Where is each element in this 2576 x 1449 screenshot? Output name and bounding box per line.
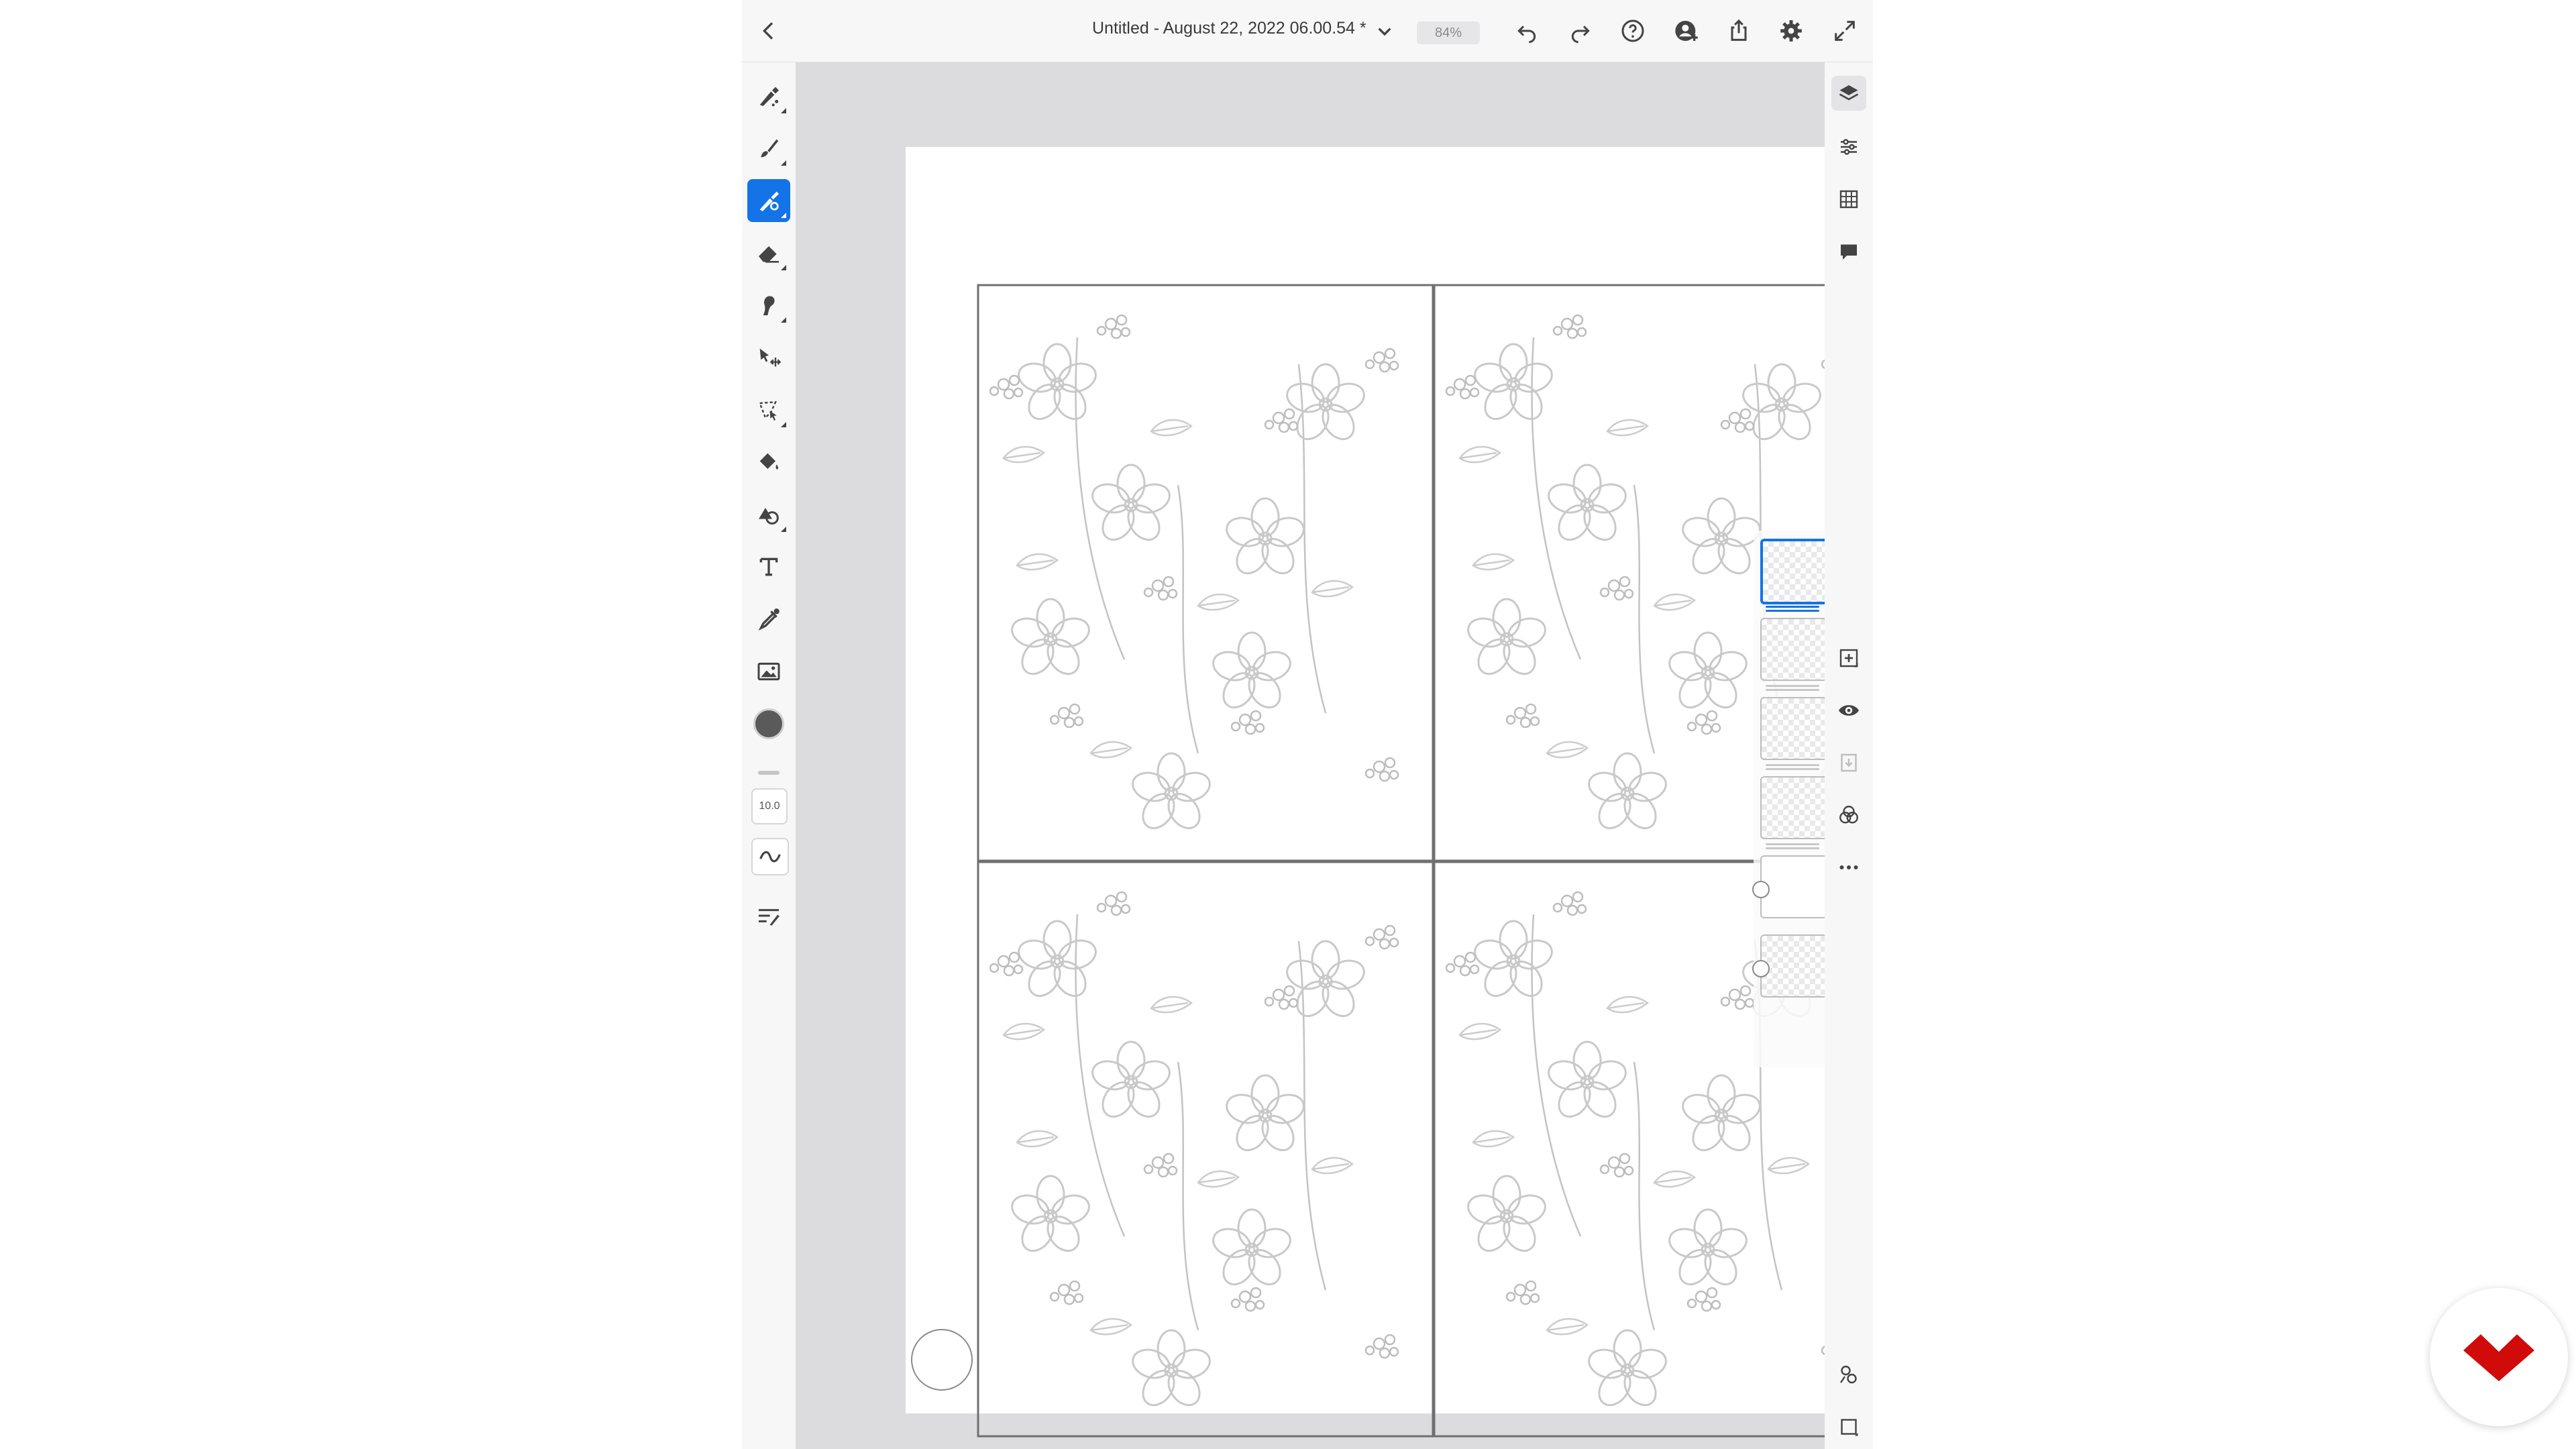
fullscreen-icon[interactable] (1829, 15, 1861, 47)
size-slider-handle[interactable] (758, 771, 780, 775)
grid-icon[interactable] (1831, 182, 1866, 217)
left-toolbar: 10.0 (742, 62, 796, 1449)
comment-icon[interactable] (1831, 234, 1866, 269)
more-options-icon[interactable] (1831, 850, 1866, 885)
brand-logo (2430, 1288, 2568, 1426)
layer-separator (1766, 847, 1819, 849)
brush-settings-icon[interactable] (747, 894, 790, 937)
brush-flow-icon[interactable] (751, 838, 789, 875)
layer-separator (1766, 610, 1819, 612)
eyedropper-tool[interactable] (747, 598, 790, 641)
layer-thumbnail-3[interactable] (1760, 697, 1825, 760)
right-toolbar (1825, 62, 1873, 1449)
gear-icon[interactable] (1775, 15, 1807, 47)
selection-lasso-tool[interactable] (747, 388, 790, 431)
current-color (753, 708, 784, 739)
eye-icon[interactable] (1831, 693, 1866, 728)
layer-separator (1766, 685, 1819, 687)
layer-thumbnail-5[interactable] (1760, 855, 1825, 918)
layers-icon[interactable] (1831, 76, 1866, 111)
invite-user-icon[interactable] (1670, 15, 1703, 47)
vector-brush-tool[interactable] (747, 179, 790, 222)
layer-separator (1766, 764, 1819, 766)
layer-separator (1766, 768, 1819, 770)
layer-effects-icon[interactable] (1831, 1357, 1866, 1392)
redo-icon[interactable] (1564, 15, 1597, 47)
layer-thumbnail-6[interactable] (1760, 934, 1825, 998)
smudge-tool[interactable] (747, 284, 790, 327)
pixel-brush-tool[interactable] (747, 74, 790, 117)
layer-fill-badge-icon (1752, 960, 1770, 977)
color-swatch[interactable] (747, 702, 790, 745)
text-tool[interactable] (747, 545, 790, 588)
fresco-app: Untitled - August 22, 2022 06.00.54 * 84… (742, 0, 1873, 1449)
fill-bucket-tool[interactable] (747, 441, 790, 484)
blend-mode-icon[interactable] (1831, 798, 1866, 833)
layers-thumbnail-panel (1752, 531, 1825, 1067)
canvas-area[interactable] (796, 62, 1825, 1449)
layer-separator (1766, 689, 1819, 691)
layer-image-badge-icon (1752, 881, 1770, 898)
brush-cursor (911, 1329, 973, 1391)
add-layer-icon[interactable] (1831, 641, 1866, 676)
live-brush-tool[interactable] (747, 127, 790, 170)
eraser-tool[interactable] (747, 231, 790, 274)
layer-separator (1766, 606, 1819, 608)
top-bar: Untitled - August 22, 2022 06.00.54 * 84… (742, 0, 1873, 62)
transform-tool[interactable] (747, 336, 790, 379)
share-icon[interactable] (1723, 15, 1755, 47)
layer-thumbnail-4[interactable] (1760, 776, 1825, 839)
floral-pattern-artwork (977, 284, 1825, 1449)
back-chevron-icon[interactable] (753, 15, 785, 47)
merge-down-icon[interactable] (1831, 745, 1866, 780)
chevron-down-icon[interactable] (1368, 15, 1401, 47)
shapes-tool[interactable] (747, 493, 790, 536)
layer-thumbnail-1[interactable] (1760, 539, 1825, 604)
layer-properties-icon[interactable] (1831, 129, 1866, 164)
expand-panel-icon[interactable] (1831, 1409, 1866, 1444)
help-icon[interactable] (1617, 15, 1649, 47)
layer-separator (1766, 843, 1819, 845)
zoom-level[interactable]: 84% (1417, 21, 1480, 44)
image-icon[interactable] (747, 650, 790, 693)
brush-size-value[interactable]: 10.0 (751, 788, 788, 824)
undo-icon[interactable] (1511, 15, 1543, 47)
document-title[interactable]: Untitled - August 22, 2022 06.00.54 * (1092, 19, 1366, 38)
layer-thumbnail-2[interactable] (1760, 618, 1825, 681)
